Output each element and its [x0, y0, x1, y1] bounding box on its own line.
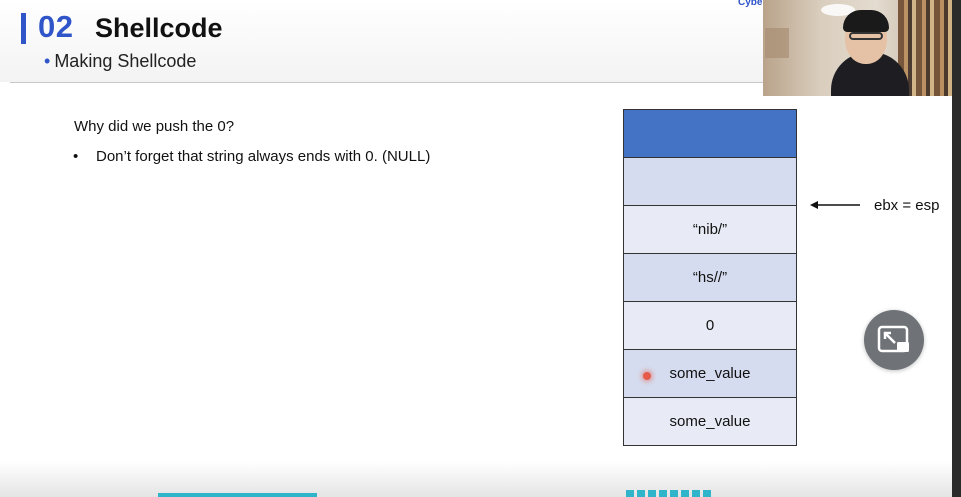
stack-cell-hs: “hs//”	[624, 253, 796, 301]
subtitle-text: Making Shellcode	[54, 51, 197, 71]
webcam-presenter-hair	[843, 10, 889, 32]
video-chapter-markers	[626, 490, 712, 497]
picture-in-picture-button[interactable]	[864, 310, 924, 370]
pointer-label: ebx = esp	[874, 197, 940, 214]
webcam-background-frame	[765, 28, 789, 58]
picture-in-picture-exit-icon	[877, 325, 909, 353]
title-accent-bar	[21, 13, 26, 44]
bullet-item: • Don’t forget that string always ends wi…	[73, 148, 430, 165]
webcam-video	[763, 0, 952, 96]
stack-cell-some-value-2: some_value	[624, 397, 796, 445]
subtitle-bullet: •	[44, 51, 51, 71]
stack-cell-null: 0	[624, 301, 796, 349]
video-progress-fill	[158, 493, 317, 497]
stack-cell-nib: “nib/”	[624, 205, 796, 253]
webcam-presenter-glasses	[849, 32, 883, 40]
question-text: Why did we push the 0?	[74, 118, 235, 135]
video-controls-bar	[0, 462, 952, 497]
slide-title: Shellcode	[95, 13, 223, 43]
stack-cell-esp	[624, 157, 796, 205]
laser-pointer-dot	[643, 372, 651, 380]
section-number: 02	[38, 9, 74, 44]
webcam-overlay-label: Cybe	[738, 0, 763, 8]
slide-subtitle: • Making Shellcode	[44, 51, 196, 72]
header-divider	[10, 82, 770, 83]
bullet-text: Don’t forget that string always ends wit…	[96, 148, 431, 165]
stack-cell-top	[624, 110, 796, 157]
stack-diagram: “nib/” “hs//” 0 some_value some_value	[623, 109, 797, 446]
bullet-symbol: •	[73, 148, 79, 165]
window-edge	[952, 0, 961, 497]
